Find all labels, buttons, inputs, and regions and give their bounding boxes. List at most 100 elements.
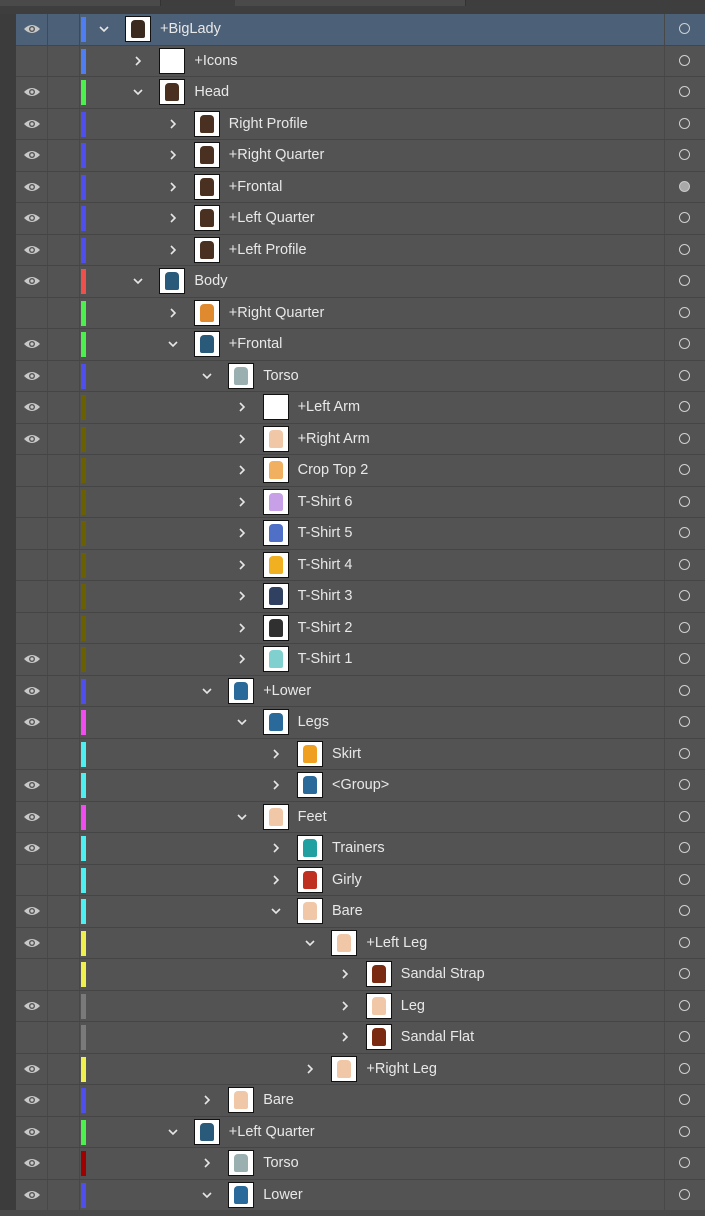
lock-toggle[interactable] bbox=[48, 455, 80, 486]
visibility-toggle[interactable] bbox=[16, 833, 48, 864]
lock-toggle[interactable] bbox=[48, 297, 80, 328]
lock-toggle[interactable] bbox=[48, 1053, 80, 1084]
layer-name[interactable]: Torso bbox=[263, 368, 298, 384]
target-button[interactable] bbox=[664, 266, 705, 297]
chevron-right-icon[interactable] bbox=[269, 841, 283, 855]
chevron-right-icon[interactable] bbox=[338, 1030, 352, 1044]
layer-row[interactable]: +Left Profile bbox=[16, 234, 705, 266]
lock-toggle[interactable] bbox=[48, 423, 80, 454]
target-button[interactable] bbox=[664, 14, 705, 45]
target-button[interactable] bbox=[664, 896, 705, 927]
chevron-right-icon[interactable] bbox=[166, 211, 180, 225]
visibility-toggle[interactable] bbox=[16, 1148, 48, 1179]
visibility-toggle[interactable] bbox=[16, 864, 48, 895]
chevron-down-icon[interactable] bbox=[269, 904, 283, 918]
visibility-toggle[interactable] bbox=[16, 329, 48, 360]
layer-row[interactable]: Bare bbox=[16, 1085, 705, 1117]
target-button[interactable] bbox=[664, 770, 705, 801]
lock-toggle[interactable] bbox=[48, 801, 80, 832]
layer-row[interactable]: +Left Quarter bbox=[16, 203, 705, 235]
lock-toggle[interactable] bbox=[48, 644, 80, 675]
lock-toggle[interactable] bbox=[48, 549, 80, 580]
lock-toggle[interactable] bbox=[48, 707, 80, 738]
layer-name[interactable]: T-Shirt 4 bbox=[298, 557, 353, 573]
target-button[interactable] bbox=[664, 1116, 705, 1147]
layer-row[interactable]: <Group> bbox=[16, 770, 705, 802]
layer-name[interactable]: <Group> bbox=[332, 777, 389, 793]
chevron-right-icon[interactable] bbox=[235, 621, 249, 635]
lock-toggle[interactable] bbox=[48, 896, 80, 927]
layer-row[interactable]: Bare bbox=[16, 896, 705, 928]
layer-row[interactable]: +Left Quarter bbox=[16, 1116, 705, 1148]
visibility-toggle[interactable] bbox=[16, 140, 48, 171]
chevron-right-icon[interactable] bbox=[235, 652, 249, 666]
layer-name[interactable]: Right Profile bbox=[229, 116, 308, 132]
layer-name[interactable]: +Right Arm bbox=[298, 431, 370, 447]
layer-name[interactable]: T-Shirt 1 bbox=[298, 651, 353, 667]
layer-row[interactable]: Crop Top 2 bbox=[16, 455, 705, 487]
target-button[interactable] bbox=[664, 644, 705, 675]
visibility-toggle[interactable] bbox=[16, 549, 48, 580]
chevron-down-icon[interactable] bbox=[235, 715, 249, 729]
target-button[interactable] bbox=[664, 329, 705, 360]
lock-toggle[interactable] bbox=[48, 612, 80, 643]
layer-row[interactable]: Torso bbox=[16, 1148, 705, 1180]
layer-row[interactable]: +Right Quarter bbox=[16, 297, 705, 329]
layer-name[interactable]: +Right Quarter bbox=[229, 147, 325, 163]
lock-toggle[interactable] bbox=[48, 738, 80, 769]
chevron-down-icon[interactable] bbox=[200, 369, 214, 383]
target-button[interactable] bbox=[664, 77, 705, 108]
target-button[interactable] bbox=[664, 1148, 705, 1179]
target-button[interactable] bbox=[664, 108, 705, 139]
target-button[interactable] bbox=[664, 581, 705, 612]
lock-toggle[interactable] bbox=[48, 990, 80, 1021]
visibility-toggle[interactable] bbox=[16, 675, 48, 706]
layer-name[interactable]: Legs bbox=[298, 714, 329, 730]
layer-row[interactable]: +BigLady bbox=[16, 14, 705, 46]
layer-name[interactable]: +Left Arm bbox=[298, 399, 360, 415]
lock-toggle[interactable] bbox=[48, 1148, 80, 1179]
layer-row[interactable]: T-Shirt 4 bbox=[16, 549, 705, 581]
layer-name[interactable]: Crop Top 2 bbox=[298, 462, 369, 478]
chevron-right-icon[interactable] bbox=[235, 558, 249, 572]
visibility-toggle[interactable] bbox=[16, 203, 48, 234]
layer-name[interactable]: T-Shirt 6 bbox=[298, 494, 353, 510]
layer-row[interactable]: Head bbox=[16, 77, 705, 109]
target-button[interactable] bbox=[664, 1022, 705, 1053]
layer-row[interactable]: Skirt bbox=[16, 738, 705, 770]
chevron-right-icon[interactable] bbox=[269, 778, 283, 792]
layer-name[interactable]: Feet bbox=[298, 809, 327, 825]
visibility-toggle[interactable] bbox=[16, 1053, 48, 1084]
visibility-toggle[interactable] bbox=[16, 77, 48, 108]
chevron-down-icon[interactable] bbox=[200, 1188, 214, 1202]
lock-toggle[interactable] bbox=[48, 1085, 80, 1116]
visibility-toggle[interactable] bbox=[16, 455, 48, 486]
target-button[interactable] bbox=[664, 203, 705, 234]
layer-name[interactable]: +Right Quarter bbox=[229, 305, 325, 321]
target-button[interactable] bbox=[664, 45, 705, 76]
lock-toggle[interactable] bbox=[48, 108, 80, 139]
target-button[interactable] bbox=[664, 486, 705, 517]
visibility-toggle[interactable] bbox=[16, 266, 48, 297]
layer-row[interactable]: T-Shirt 3 bbox=[16, 581, 705, 613]
layer-row[interactable]: T-Shirt 2 bbox=[16, 612, 705, 644]
chevron-right-icon[interactable] bbox=[200, 1093, 214, 1107]
layer-row[interactable]: +Left Leg bbox=[16, 927, 705, 959]
layer-name[interactable]: Sandal Flat bbox=[401, 1029, 474, 1045]
layer-name[interactable]: Body bbox=[194, 273, 227, 289]
chevron-right-icon[interactable] bbox=[235, 526, 249, 540]
visibility-toggle[interactable] bbox=[16, 896, 48, 927]
layer-name[interactable]: Trainers bbox=[332, 840, 385, 856]
layer-row[interactable]: Trainers bbox=[16, 833, 705, 865]
layer-row[interactable]: +Icons bbox=[16, 45, 705, 77]
chevron-down-icon[interactable] bbox=[166, 337, 180, 351]
visibility-toggle[interactable] bbox=[16, 927, 48, 958]
target-button[interactable] bbox=[664, 612, 705, 643]
chevron-down-icon[interactable] bbox=[131, 85, 145, 99]
lock-toggle[interactable] bbox=[48, 486, 80, 517]
chevron-right-icon[interactable] bbox=[235, 589, 249, 603]
lock-toggle[interactable] bbox=[48, 675, 80, 706]
visibility-toggle[interactable] bbox=[16, 171, 48, 202]
layer-row[interactable]: T-Shirt 5 bbox=[16, 518, 705, 550]
target-button[interactable] bbox=[664, 423, 705, 454]
